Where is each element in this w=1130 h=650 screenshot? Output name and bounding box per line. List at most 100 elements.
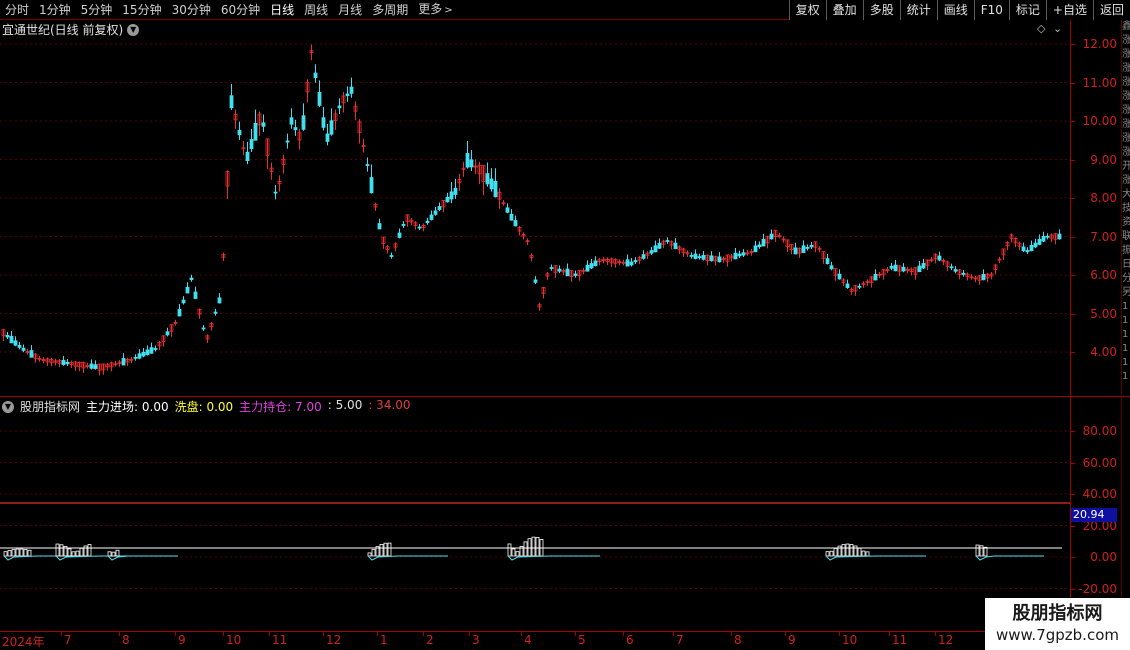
candle-body xyxy=(465,153,470,168)
candle-body xyxy=(917,265,922,273)
candle-body xyxy=(513,220,518,227)
candle-body xyxy=(889,265,894,269)
candle-body xyxy=(893,264,898,272)
chevron-down-icon[interactable]: ▼ xyxy=(2,400,14,413)
side-panel-glyph: 1 xyxy=(1122,371,1129,382)
time-tick xyxy=(323,632,324,636)
candle-body xyxy=(145,349,150,356)
candle-body xyxy=(961,272,966,275)
candle-body xyxy=(769,233,774,240)
time-tick xyxy=(469,632,470,636)
indicator-values: 主力进场: 0.00 洗盘: 0.00 主力持仓: 7.00: 5.00: 34.0… xyxy=(86,398,411,415)
candle-body xyxy=(317,92,322,106)
time-axis-label: 7 xyxy=(64,633,72,647)
indicator-bar xyxy=(367,552,372,557)
time-axis-label: 9 xyxy=(788,633,796,647)
candle-body xyxy=(337,105,342,109)
panel-divider[interactable] xyxy=(0,396,1130,397)
indicator-bar xyxy=(845,543,850,557)
candle-body xyxy=(301,115,306,130)
time-axis-label: 3 xyxy=(472,633,480,647)
indicator-bar xyxy=(379,543,384,557)
indicator-bar xyxy=(825,551,830,557)
candle-body xyxy=(733,252,738,260)
candle-body xyxy=(369,177,374,194)
side-panel-glyph: 另 xyxy=(1122,286,1130,300)
candle-body xyxy=(181,299,186,304)
toolbar-button[interactable]: 返回 xyxy=(1092,0,1130,20)
indicator-bar xyxy=(975,544,980,557)
time-axis-label: 6 xyxy=(626,633,634,647)
candle-body xyxy=(293,127,298,131)
time-axis-label: 7 xyxy=(676,633,684,647)
indicator-bar xyxy=(27,549,32,557)
candle-body xyxy=(1045,235,1050,238)
indicator-bar xyxy=(7,550,12,557)
indicator-bar xyxy=(515,551,520,557)
indicator-bar xyxy=(535,536,540,557)
price-axis-label: 10.00 xyxy=(1082,114,1117,128)
side-panel-glyph: 涨 xyxy=(1122,118,1130,132)
indicator-bar xyxy=(87,544,92,557)
watermark-url: www.7gpzb.com xyxy=(996,626,1119,644)
time-tick xyxy=(223,632,224,636)
candle-body xyxy=(937,255,942,261)
time-axis: 2024年 7 8 9 10 11 12 1 2 3 4 5 6 7 8 9 10 11 12 xyxy=(0,632,1070,650)
candle-body xyxy=(1057,233,1062,240)
watermark-logo: 股朋指标网 www.7gpzb.com xyxy=(985,598,1130,650)
candle-body xyxy=(149,347,154,354)
indicator-bar xyxy=(857,547,862,557)
side-panel-glyph: 分 xyxy=(1122,272,1130,286)
candle-body xyxy=(65,361,70,365)
candle-body xyxy=(653,245,658,253)
current-value-badge: 20.94 xyxy=(1071,508,1117,522)
candle-body xyxy=(1025,250,1030,253)
candle-body xyxy=(445,196,450,203)
candle-body xyxy=(857,285,862,288)
candle-body xyxy=(793,247,798,255)
candle-body xyxy=(185,286,190,294)
candle-body xyxy=(453,187,458,195)
indicator-bar xyxy=(833,548,838,557)
candle-body xyxy=(709,255,714,262)
indicator-bar xyxy=(507,543,512,557)
candle-body xyxy=(433,210,438,215)
indicator-bar xyxy=(371,549,376,557)
candle-body xyxy=(673,242,678,250)
candle-body xyxy=(625,259,630,267)
candle-body xyxy=(509,213,514,221)
side-panel-glyph: 1 xyxy=(1122,315,1129,326)
indicator-axis-label: 60.00 xyxy=(1082,455,1117,470)
candle-body xyxy=(741,252,746,256)
indicator-bar xyxy=(55,543,60,557)
time-axis-label: 2024年 xyxy=(2,635,45,649)
indicator-bar xyxy=(387,542,392,557)
candle-body xyxy=(801,245,806,253)
candle-body xyxy=(193,291,198,299)
time-axis-label: 8 xyxy=(122,633,130,647)
time-axis-label: 11 xyxy=(892,633,908,647)
side-panel-glyph: 大 xyxy=(1122,188,1130,202)
right-side-panel[interactable]: 鑫涨涨涨涨涨涨涨涨涨开涨大技资联振日分另111111 xyxy=(1121,20,1130,632)
candle-body xyxy=(1029,244,1034,252)
candle-body xyxy=(565,268,570,277)
indicator-name[interactable]: 股朋指标网 xyxy=(20,398,80,415)
price-axis-label: 7.00 xyxy=(1090,229,1117,244)
time-tick xyxy=(785,632,786,636)
candle-body xyxy=(313,72,318,78)
candle-body xyxy=(873,273,878,281)
candle-body xyxy=(593,260,598,267)
candle-body xyxy=(665,240,670,242)
indicator-axis-label: 40.00 xyxy=(1082,487,1117,501)
price-axis-label: 11.00 xyxy=(1082,75,1117,90)
time-tick xyxy=(889,632,890,636)
time-axis-label: 5 xyxy=(578,633,586,647)
indicator-bar xyxy=(15,548,20,557)
kline-chart[interactable] xyxy=(0,0,1070,632)
candle-body xyxy=(189,277,194,281)
candle-body xyxy=(1021,246,1026,252)
indicator-value: 主力进场: 0.00 xyxy=(86,400,169,414)
side-panel-glyph: 涨 xyxy=(1122,76,1130,90)
candle-body xyxy=(325,133,330,142)
indicator-bar xyxy=(115,549,120,557)
